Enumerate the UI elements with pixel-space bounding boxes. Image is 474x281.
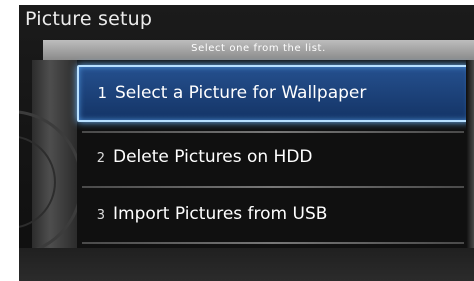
nav-screen: Picture setup Select one from the list. … xyxy=(19,5,474,281)
menu-item-label: Delete Pictures on HDD xyxy=(113,147,313,167)
bottom-bar xyxy=(19,248,474,281)
menu-item-label: Select a Picture for Wallpaper xyxy=(115,83,367,103)
instruction-text: Select one from the list. xyxy=(191,43,326,54)
menu-item-select-wallpaper[interactable]: 1 Select a Picture for Wallpaper xyxy=(77,65,471,122)
menu-item-number: 2 xyxy=(96,151,105,166)
menu-divider xyxy=(82,131,464,133)
menu-list: 1 Select a Picture for Wallpaper 2 Delete … xyxy=(77,60,474,248)
menu-item-label: Import Pictures from USB xyxy=(113,204,328,224)
menu-item-number: 1 xyxy=(97,84,107,102)
menu-item-import-pictures[interactable]: 3 Import Pictures from USB xyxy=(77,189,467,241)
instruction-bar: Select one from the list. xyxy=(43,40,474,60)
menu-item-delete-pictures[interactable]: 2 Delete Pictures on HDD xyxy=(77,134,467,186)
menu-divider xyxy=(82,186,464,188)
menu-item-number: 3 xyxy=(96,208,105,223)
menu-divider xyxy=(82,242,464,244)
page-title: Picture setup xyxy=(25,8,153,30)
right-bracket-decoration xyxy=(466,60,474,248)
